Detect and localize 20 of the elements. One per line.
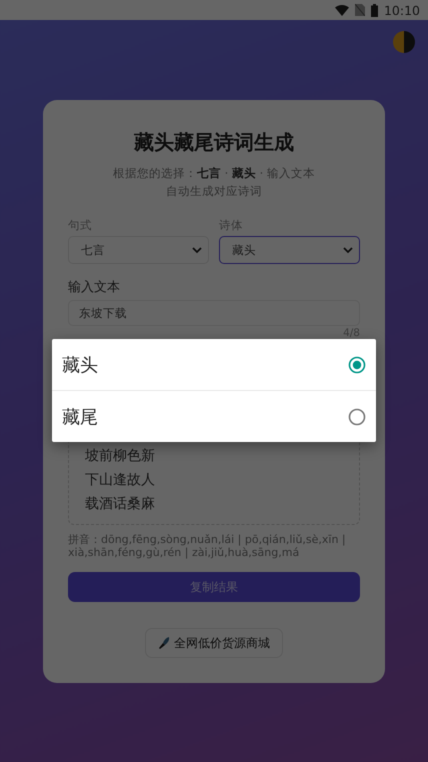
field-label: 输入文本 <box>68 280 121 296</box>
input-field[interactable]: 东坡下载 <box>68 300 360 326</box>
select-field[interactable]: 七言 <box>68 236 209 264</box>
radio-button[interactable] <box>348 356 366 374</box>
select-field[interactable]: 藏头 <box>219 236 360 264</box>
radio-button[interactable] <box>348 408 366 426</box>
battery-icon <box>370 4 378 16</box>
store-button[interactable]: 全网低价货源商城 <box>145 628 283 658</box>
poem-line: 下山逢故人 <box>85 471 156 490</box>
theme-toggle-icon[interactable] <box>393 31 415 53</box>
chevron-down-icon <box>192 246 202 254</box>
wifi-icon <box>334 4 349 16</box>
dropdown-option[interactable]: 藏尾 <box>52 390 376 442</box>
chevron-down-icon <box>343 246 353 254</box>
clock-time: 10:10 <box>384 2 420 18</box>
dropdown-option[interactable]: 藏头 <box>52 339 376 390</box>
poem-line: 坡前柳色新 <box>85 447 156 466</box>
poem-line: 载酒话桑麻 <box>85 495 156 514</box>
page-title: 藏头藏尾诗词生成 <box>132 129 295 156</box>
no-sim-icon <box>354 4 365 16</box>
